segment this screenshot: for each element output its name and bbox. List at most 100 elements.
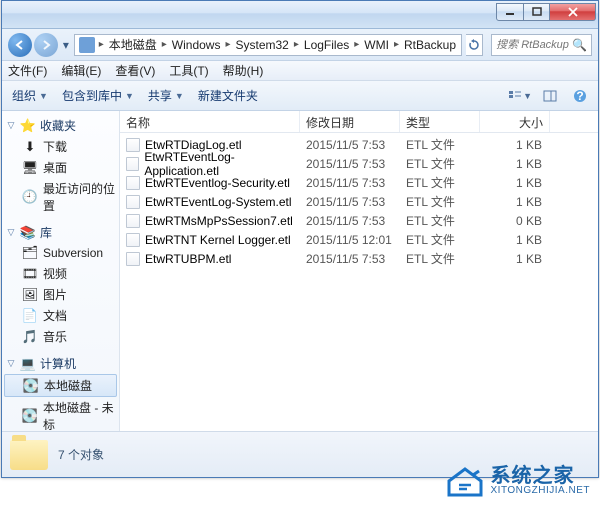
maximize-button[interactable] [524,3,550,21]
sidebar-item-desktop[interactable]: 🖥桌面 [2,157,119,178]
close-button[interactable] [550,3,596,21]
breadcrumb-item[interactable]: LogFiles [301,38,352,52]
breadcrumb-item[interactable]: WMI [361,38,392,52]
file-row[interactable]: EtwRTEventLog-System.etl2015/11/5 7:53ET… [120,192,598,211]
file-row[interactable]: EtwRTUBPM.etl2015/11/5 7:53ETL 文件1 KB [120,249,598,268]
file-row[interactable]: EtwRTEventLog-Application.etl2015/11/5 7… [120,154,598,173]
file-type: ETL 文件 [400,250,480,267]
sidebar-item-localdisk[interactable]: 💽本地磁盘 - 未标 [2,397,119,431]
breadcrumb-item[interactable]: 本地磁盘 [106,36,160,53]
file-icon [126,176,140,190]
file-size: 1 KB [480,138,550,152]
search-input[interactable] [496,39,570,51]
file-row[interactable]: EtwRTEventlog-Security.etl2015/11/5 7:53… [120,173,598,192]
chevron-down-icon: ▼ [125,91,134,101]
logo-icon [445,463,485,499]
file-icon [126,195,140,209]
file-size: 0 KB [480,214,550,228]
column-size[interactable]: 大小 [480,111,550,132]
breadcrumb-item[interactable]: System32 [233,38,292,52]
breadcrumb[interactable]: ▸ 本地磁盘▸ Windows▸ System32▸ LogFiles▸ WMI… [74,34,462,56]
history-dropdown-icon[interactable]: ▾ [62,38,70,52]
menu-file[interactable]: 文件(F) [8,62,47,79]
column-headers: 名称 修改日期 类型 大小 [120,111,598,133]
sidebar-item-videos[interactable]: 🎞视频 [2,263,119,284]
disk-icon: 💽 [23,378,39,394]
file-type: ETL 文件 [400,136,480,153]
file-icon [126,214,140,228]
file-row[interactable]: EtwRTNT Kernel Logger.etl 2015/11/5 12:01… [120,230,598,249]
document-icon: 📄 [22,308,38,324]
file-date: 2015/11/5 7:53 [300,252,400,266]
preview-pane-button[interactable] [538,85,562,107]
search-box[interactable]: 🔍 [491,34,592,56]
sidebar: ▽⭐收藏夹 ⬇下载 🖥桌面 🕘最近访问的位置 ▽📚库 🗂Subversion 🎞… [2,111,120,431]
navbar: ▾ ▸ 本地磁盘▸ Windows▸ System32▸ LogFiles▸ W… [2,29,598,61]
breadcrumb-item[interactable]: RtBackup [401,38,459,52]
computer-icon: 💻 [20,356,36,372]
sidebar-item-downloads[interactable]: ⬇下载 [2,136,119,157]
watermark: 系统之家 XITONGZHIJIA.NET [445,463,591,499]
explorer-window: ▾ ▸ 本地磁盘▸ Windows▸ System32▸ LogFiles▸ W… [1,0,599,478]
file-date: 2015/11/5 7:53 [300,138,400,152]
breadcrumb-item[interactable]: Windows [169,38,224,52]
star-icon: ⭐ [20,118,36,134]
sidebar-computer-header[interactable]: ▽💻计算机 [2,353,119,374]
file-date: 2015/11/5 7:53 [300,176,400,190]
library-icon: 📚 [20,225,36,241]
file-size: 1 KB [480,176,550,190]
menu-edit[interactable]: 编辑(E) [61,62,101,79]
status-text: 7 个对象 [58,446,104,463]
search-icon: 🔍 [572,38,587,52]
column-type[interactable]: 类型 [400,111,480,132]
menubar: 文件(F) 编辑(E) 查看(V) 工具(T) 帮助(H) [2,61,598,81]
chevron-down-icon: ▼ [39,91,48,101]
folder-icon: 🗂 [22,245,38,261]
file-date: 2015/11/5 7:53 [300,214,400,228]
file-type: ETL 文件 [400,193,480,210]
file-name: EtwRTUBPM.etl [145,252,231,266]
view-options-button[interactable]: ▼ [508,85,532,107]
titlebar[interactable] [2,1,598,29]
organize-button[interactable]: 组织 ▼ [8,85,52,106]
new-folder-button[interactable]: 新建文件夹 [194,85,262,106]
sidebar-item-subversion[interactable]: 🗂Subversion [2,243,119,263]
help-button[interactable]: ? [568,85,592,107]
forward-button[interactable] [34,33,58,57]
file-name: EtwRTEventLog-Application.etl [144,150,300,178]
collapse-icon: ▽ [6,358,16,369]
sidebar-favorites-header[interactable]: ▽⭐收藏夹 [2,115,119,136]
file-icon [126,252,140,266]
menu-help[interactable]: 帮助(H) [223,62,264,79]
sidebar-item-music[interactable]: 🎵音乐 [2,326,119,347]
file-type: ETL 文件 [400,231,480,248]
refresh-button[interactable] [466,34,483,56]
menu-view[interactable]: 查看(V) [115,62,155,79]
collapse-icon: ▽ [6,227,16,238]
file-icon [126,233,140,247]
file-row[interactable]: EtwRTMsMpPsSession7.etl2015/11/5 7:53ETL… [120,211,598,230]
chevron-right-icon: ▸ [99,39,104,50]
music-icon: 🎵 [22,329,38,345]
file-date: 2015/11/5 7:53 [300,157,400,171]
sidebar-item-pictures[interactable]: 🖼图片 [2,284,119,305]
sidebar-item-documents[interactable]: 📄文档 [2,305,119,326]
file-name: EtwRTEventLog-System.etl [145,195,292,209]
back-button[interactable] [8,33,32,57]
include-library-button[interactable]: 包含到库中 ▼ [58,85,138,106]
share-button[interactable]: 共享 ▼ [144,85,188,106]
desktop-icon: 🖥 [22,160,38,176]
file-date: 2015/11/5 12:01 [300,233,400,247]
window-controls [496,9,596,21]
sidebar-item-recent[interactable]: 🕘最近访问的位置 [2,178,119,216]
sidebar-libraries-header[interactable]: ▽📚库 [2,222,119,243]
file-name: EtwRTNT Kernel Logger.etl [145,233,291,247]
minimize-button[interactable] [496,3,524,21]
sidebar-item-localdisk[interactable]: 💽本地磁盘 [4,374,117,397]
file-list: 名称 修改日期 类型 大小 EtwRTDiagLog.etl2015/11/5 … [120,111,598,431]
menu-tools[interactable]: 工具(T) [169,62,208,79]
column-name[interactable]: 名称 [120,111,300,132]
drive-icon [79,37,95,53]
file-size: 1 KB [480,195,550,209]
column-date[interactable]: 修改日期 [300,111,400,132]
